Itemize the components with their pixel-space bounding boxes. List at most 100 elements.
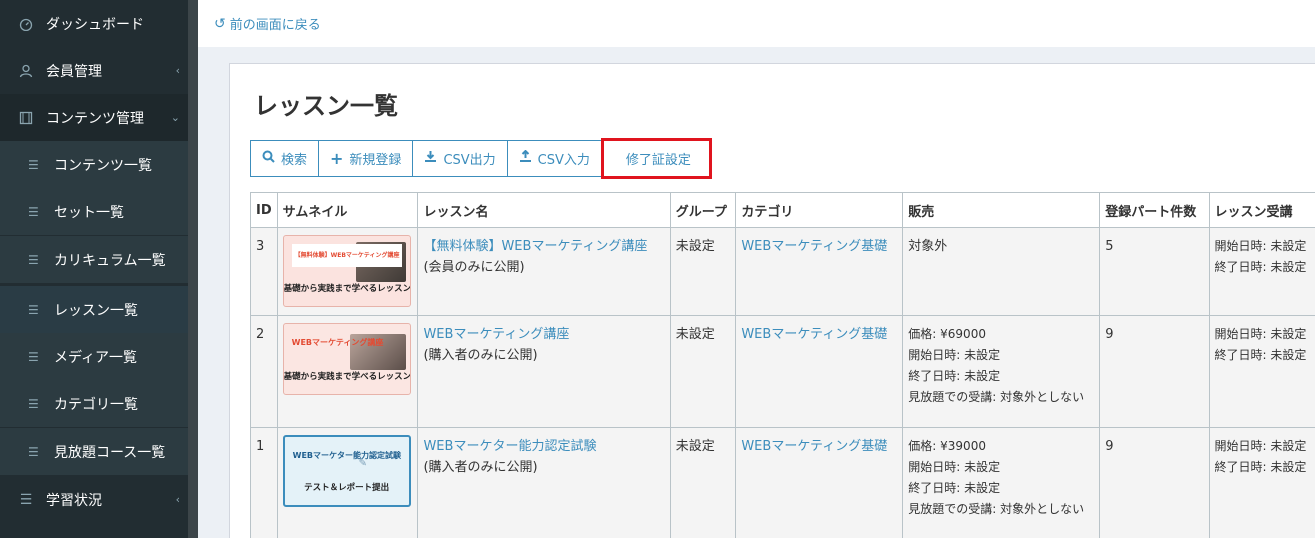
list-icon: ☰ [19, 491, 33, 508]
lesson-name-link[interactable]: WEBマーケティング講座 [423, 324, 664, 345]
cell-part-count: 5 [1099, 227, 1210, 316]
cell-category: WEBマーケティング基礎 [735, 427, 904, 538]
sidebar-item-category-list[interactable]: ☰ カテゴリ一覧 [0, 380, 188, 427]
sidebar-item-label: セット一覧 [54, 204, 124, 221]
cell-thumbnail: 【無料体験】WEBマーケティング講座 基礎から実践まで学べるレッスン [276, 227, 419, 316]
content-box: レッスン一覧 検索 + 新規登録 CSV出力 CSV入力 修了証設定 ID サム… [229, 63, 1315, 538]
thumbnail-title: WEBマーケター能力認定試験 [292, 451, 402, 460]
col-header-category[interactable]: カテゴリ [735, 192, 904, 228]
col-header-part-count[interactable]: 登録パート件数 [1099, 192, 1210, 228]
new-button-label: 新規登録 [349, 153, 402, 168]
csv-import-button[interactable]: CSV入力 [506, 140, 602, 177]
period-start: 開始日時: 未設定 [1214, 327, 1307, 341]
cell-lesson-period: 開始日時: 未設定 終了日時: 未設定 [1208, 227, 1315, 316]
thumbnail-subtitle: 基礎から実践まで学べるレッスン [283, 284, 411, 294]
sales-start: 開始日時: 未設定 [908, 460, 1001, 474]
certificate-settings-label: 修了証設定 [625, 153, 691, 168]
cell-id: 3 [250, 227, 278, 316]
col-header-group[interactable]: グループ [669, 192, 737, 228]
user-icon [18, 63, 34, 79]
sidebar-item-label: カテゴリ一覧 [54, 396, 138, 413]
col-header-id[interactable]: ID [250, 192, 278, 228]
thumbnail-title: 【無料体験】WEBマーケティング講座 [291, 244, 403, 267]
cell-group: 未設定 [669, 315, 737, 428]
cell-part-count: 9 [1099, 427, 1210, 538]
cell-sales: 価格: ¥69000 開始日時: 未設定 終了日時: 未設定 見放題での受講: … [902, 315, 1101, 428]
cell-lesson-period: 開始日時: 未設定 終了日時: 未設定 [1208, 427, 1315, 538]
list-icon: ☰ [28, 204, 39, 219]
sidebar-item-label: レッスン一覧 [54, 302, 138, 319]
period-start: 開始日時: 未設定 [1214, 239, 1307, 253]
new-button[interactable]: + 新規登録 [318, 140, 414, 177]
thumbnail-title: WEBマーケティング講座 [291, 338, 384, 347]
sidebar-item-contents[interactable]: コンテンツ管理 ⌄ [0, 94, 188, 141]
cell-lesson-name: WEBマーケター能力認定試験 (購入者のみに公開) [417, 427, 671, 538]
sidebar-item-label: 学習状況 [46, 492, 102, 509]
lesson-name-link[interactable]: 【無料体験】WEBマーケティング講座 [423, 236, 664, 257]
table-row: 1 ✎ WEBマーケター能力認定試験 テスト＆レポート提出 WEBマーケター能力… [250, 427, 1315, 538]
table-row: 3 【無料体験】WEBマーケティング講座 基礎から実践まで学べるレッスン 【無料… [250, 227, 1315, 316]
csv-export-label: CSV出力 [443, 153, 496, 168]
lesson-thumbnail[interactable]: 【無料体験】WEBマーケティング講座 基礎から実践まで学べるレッスン [282, 235, 411, 307]
thumbnail-subtitle: 基礎から実践まで学べるレッスン [283, 372, 411, 382]
category-link[interactable]: WEBマーケティング基礎 [741, 239, 887, 254]
sidebar-item-dashboard[interactable]: ダッシュボード [0, 0, 188, 47]
sidebar-item-content-list[interactable]: ☰ コンテンツ一覧 [0, 141, 188, 188]
plus-icon: + [330, 149, 344, 168]
csv-export-button[interactable]: CSV出力 [412, 140, 508, 177]
lesson-thumbnail[interactable]: WEBマーケティング講座 基礎から実践まで学べるレッスン [282, 323, 411, 395]
cell-lesson-name: 【無料体験】WEBマーケティング講座 (会員のみに公開) [417, 227, 671, 316]
certificate-settings-button[interactable]: 修了証設定 [600, 138, 712, 179]
sales-start: 開始日時: 未設定 [908, 348, 1001, 362]
back-link-label: 前の画面に戻る [229, 18, 321, 33]
dashboard-icon [18, 16, 34, 32]
sidebar: ダッシュボード 会員管理 ‹ コンテンツ管理 ⌄ ☰ コンテンツ一覧 ☰ セット… [0, 0, 198, 538]
sidebar-item-label: ダッシュボード [46, 16, 144, 33]
search-icon [262, 150, 275, 167]
list-icon: ☰ [28, 444, 39, 459]
lesson-name-link[interactable]: WEBマーケター能力認定試験 [423, 436, 664, 457]
download-icon [424, 150, 437, 167]
sidebar-item-lesson-list[interactable]: ☰ レッスン一覧 [0, 286, 188, 333]
cell-category: WEBマーケティング基礎 [735, 227, 904, 316]
table-header-row: ID サムネイル レッスン名 グループ カテゴリ 販売 登録パート件数 レッスン… [250, 192, 1315, 228]
sales-line: 対象外 [908, 239, 948, 254]
sales-end: 終了日時: 未設定 [908, 369, 1001, 383]
sidebar-edge [188, 0, 198, 538]
sales-price: 価格: ¥69000 [908, 327, 986, 341]
col-header-lesson-name[interactable]: レッスン名 [417, 192, 671, 228]
lesson-table: ID サムネイル レッスン名 グループ カテゴリ 販売 登録パート件数 レッスン… [250, 192, 1315, 538]
back-link[interactable]: ↺ 前の画面に戻る [214, 14, 321, 34]
cell-id: 2 [250, 315, 278, 428]
lesson-thumbnail[interactable]: ✎ WEBマーケター能力認定試験 テスト＆レポート提出 [282, 435, 411, 507]
category-link[interactable]: WEBマーケティング基礎 [741, 327, 887, 342]
sidebar-item-label: 会員管理 [46, 63, 102, 80]
cell-lesson-name: WEBマーケティング講座 (購入者のみに公開) [417, 315, 671, 428]
lesson-visibility: (購入者のみに公開) [423, 348, 538, 363]
film-icon [18, 110, 34, 126]
category-link[interactable]: WEBマーケティング基礎 [741, 439, 887, 454]
sidebar-item-media-list[interactable]: ☰ メディア一覧 [0, 333, 188, 380]
cell-group: 未設定 [669, 427, 737, 538]
sidebar-item-unlimited-course-list[interactable]: ☰ 見放題コース一覧 [0, 428, 188, 475]
cell-category: WEBマーケティング基礎 [735, 315, 904, 428]
sidebar-item-members[interactable]: 会員管理 ‹ [0, 47, 188, 94]
cell-sales: 価格: ¥39000 開始日時: 未設定 終了日時: 未設定 見放題での受講: … [902, 427, 1101, 538]
search-button[interactable]: 検索 [250, 140, 320, 177]
period-end: 終了日時: 未設定 [1214, 348, 1307, 362]
table-row: 2 WEBマーケティング講座 基礎から実践まで学べるレッスン WEBマーケティン… [250, 315, 1315, 428]
cell-part-count: 9 [1099, 315, 1210, 428]
upload-icon [519, 149, 532, 167]
col-header-thumbnail[interactable]: サムネイル [276, 192, 419, 228]
col-header-lesson-period[interactable]: レッスン受講 [1208, 192, 1315, 228]
col-header-sales[interactable]: 販売 [902, 192, 1101, 228]
sidebar-item-label: カリキュラム一覧 [54, 252, 166, 269]
sidebar-item-label: コンテンツ管理 [46, 110, 144, 127]
search-button-label: 検索 [281, 153, 308, 168]
list-icon: ☰ [28, 396, 39, 411]
sidebar-item-learning-status[interactable]: ☰ 学習状況 ‹ [0, 476, 188, 523]
sidebar-item-curriculum-list[interactable]: ☰ カリキュラム一覧 [0, 236, 188, 283]
period-end: 終了日時: 未設定 [1214, 260, 1307, 274]
sidebar-item-set-list[interactable]: ☰ セット一覧 [0, 188, 188, 235]
list-icon: ☰ [28, 349, 39, 364]
